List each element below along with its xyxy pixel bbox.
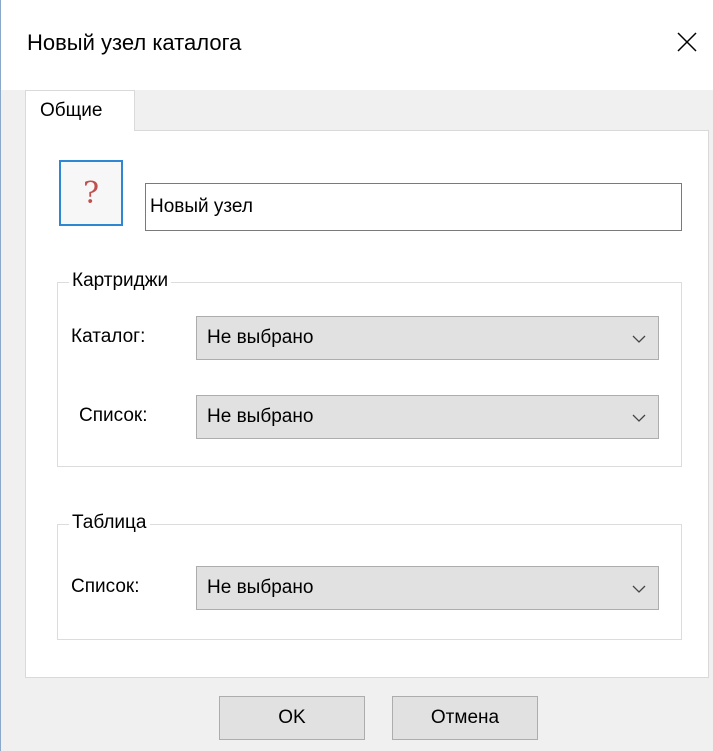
dialog-window: Новый узел каталога Общие ? Картриджи Ка… [0,0,713,751]
chevron-down-icon [632,335,646,343]
close-button[interactable] [665,20,709,64]
title-bar: Новый узел каталога [1,0,713,90]
question-mark-icon: ? [82,175,100,211]
table-list-combobox-value: Не выбрано [207,577,314,598]
dialog-title: Новый узел каталога [27,30,242,55]
table-list-label: Список: [71,576,140,597]
table-group-title: Таблица [69,512,150,534]
node-icon-button[interactable]: ? [59,160,123,226]
chevron-down-icon [632,414,646,422]
catalog-combobox[interactable]: Не выбрано [196,316,659,360]
cartridges-group-title: Картриджи [69,270,172,292]
cartridges-list-combobox[interactable]: Не выбрано [196,395,659,439]
catalog-label: Каталог: [71,326,146,347]
node-name-input[interactable] [145,183,682,231]
tab-general-label: Общие [40,100,103,121]
cancel-button[interactable]: Отмена [392,696,538,740]
close-icon [677,32,697,52]
catalog-combobox-value: Не выбрано [207,327,314,348]
cartridges-group [57,282,682,467]
tab-general[interactable]: Общие [25,90,135,131]
table-list-combobox[interactable]: Не выбрано [196,566,659,610]
ok-button[interactable]: OK [219,696,365,740]
cartridges-list-label: Список: [79,405,148,426]
cartridges-list-combobox-value: Не выбрано [207,406,314,427]
chevron-down-icon [632,585,646,593]
